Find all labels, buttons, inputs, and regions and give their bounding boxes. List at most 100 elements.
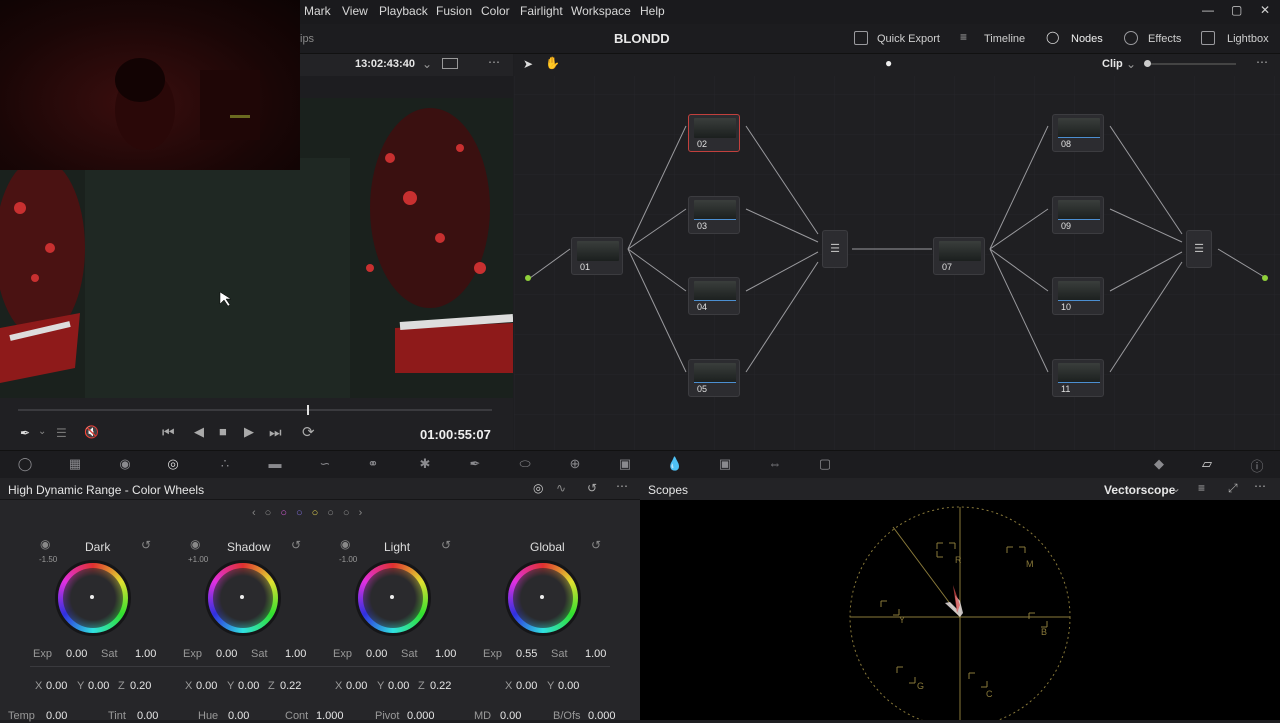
layer-mixer-node[interactable]: ☰ <box>822 230 848 268</box>
wheel-toggle-icon[interactable]: ◉ <box>190 537 200 551</box>
layers-icon[interactable]: ☰ <box>56 426 67 440</box>
more-options-icon[interactable]: ⋯ <box>1256 55 1268 69</box>
nodes-button[interactable]: Nodes <box>1071 33 1103 45</box>
menu-fairlight[interactable]: Fairlight <box>520 4 563 18</box>
shadow-x-value[interactable]: 0.00 <box>196 680 217 692</box>
hdr-wheels-icon[interactable]: ◎ <box>164 456 182 472</box>
node-editor[interactable]: 01 02 03 04 05 ☰ 07 08 09 10 11 ☰ <box>514 54 1280 450</box>
global-x-value[interactable]: 0.00 <box>516 680 537 692</box>
zone-icon[interactable]: ◎ <box>533 481 543 495</box>
viewer-mode-icon[interactable] <box>442 58 458 69</box>
global-exp-value[interactable]: 0.55 <box>516 648 537 660</box>
playhead[interactable] <box>307 405 309 415</box>
output-node-pin[interactable] <box>1262 275 1268 281</box>
menu-color[interactable]: Color <box>481 4 510 18</box>
3d-icon[interactable]: ▢ <box>816 456 834 472</box>
chevron-down-icon[interactable]: ⌄ <box>38 426 46 437</box>
global-sat-value[interactable]: 1.00 <box>585 648 606 660</box>
node-09[interactable]: 09 <box>1052 196 1104 234</box>
source-timecode[interactable]: 13:02:43:40 <box>355 58 415 70</box>
primaries-icon[interactable]: ◉ <box>116 456 134 472</box>
shadow-z-value[interactable]: 0.22 <box>280 680 301 692</box>
temp-value[interactable]: 0.00 <box>46 710 67 722</box>
node-01[interactable]: 01 <box>571 237 623 275</box>
pivot-value[interactable]: 0.000 <box>407 710 435 722</box>
menu-view[interactable]: View <box>342 4 368 18</box>
layer-mixer-node[interactable]: ☰ <box>1186 230 1212 268</box>
loop-icon[interactable]: ⟳ <box>302 423 315 441</box>
zoom-slider[interactable] <box>1146 63 1236 65</box>
wheel-puck[interactable] <box>90 595 94 599</box>
node-10[interactable]: 10 <box>1052 277 1104 315</box>
more-options-icon[interactable]: ⋯ <box>616 479 628 493</box>
motion-effects-icon[interactable]: ▬ <box>266 456 284 472</box>
clip-mode-select[interactable]: Clip <box>1102 58 1123 70</box>
wheel-puck[interactable] <box>540 595 544 599</box>
menu-playback[interactable]: Playback <box>379 4 428 18</box>
hand-icon[interactable]: ✋ <box>545 56 560 70</box>
more-options-icon[interactable]: ⋯ <box>1254 479 1266 493</box>
curves-icon[interactable]: ∽ <box>316 456 334 472</box>
reset-icon[interactable]: ↺ <box>441 538 451 552</box>
keyframes-icon[interactable]: ◆ <box>1150 456 1168 472</box>
settings-icon[interactable]: ≡ <box>1198 481 1205 495</box>
node-08[interactable]: 08 <box>1052 114 1104 152</box>
expand-icon[interactable]: ⤢ <box>1228 481 1238 496</box>
play-icon[interactable]: ▶ <box>244 424 254 440</box>
pointer-icon[interactable]: ➤ <box>523 57 533 71</box>
reset-icon[interactable]: ↺ <box>587 481 597 495</box>
shadow-y-value[interactable]: 0.00 <box>238 680 259 692</box>
wheel-puck[interactable] <box>240 595 244 599</box>
node-02[interactable]: 02 <box>688 114 740 152</box>
wheel-page-nav[interactable]: ‹○○○○○○› <box>252 507 371 519</box>
sizing-icon[interactable]: ⇔ <box>766 456 784 472</box>
light-y-value[interactable]: 0.00 <box>388 680 409 692</box>
play-reverse-icon[interactable]: ◀ <box>194 424 204 440</box>
bofs-value[interactable]: 0.000 <box>588 710 616 722</box>
quick-export-icon[interactable] <box>854 31 868 45</box>
scopes-icon[interactable]: ▱ <box>1198 456 1216 472</box>
dark-z-value[interactable]: 0.20 <box>130 680 151 692</box>
md-value[interactable]: 0.00 <box>500 710 521 722</box>
scrubber-track[interactable] <box>18 409 492 411</box>
hue-value[interactable]: 0.00 <box>228 710 249 722</box>
window-icon[interactable]: ⬭ <box>516 456 534 472</box>
effects-button[interactable]: Effects <box>1148 33 1181 45</box>
dark-x-value[interactable]: 0.00 <box>46 680 67 692</box>
chevron-down-icon[interactable]: ⌄ <box>1171 481 1181 495</box>
color-warper-icon[interactable]: ⚭ <box>364 456 382 472</box>
lightbox-button[interactable]: Lightbox <box>1227 33 1269 45</box>
light-color-wheel[interactable] <box>355 560 431 636</box>
global-y-value[interactable]: 0.00 <box>558 680 579 692</box>
timeline-icon[interactable]: ≡ <box>960 30 974 44</box>
chevron-down-icon[interactable]: ⌄ <box>422 57 432 71</box>
timeline-button[interactable]: Timeline <box>984 33 1025 45</box>
page-dot-icon[interactable]: ● <box>885 56 892 70</box>
nodes-icon[interactable]: ◯ <box>1046 30 1060 44</box>
blur-icon[interactable]: 💧 <box>666 456 684 472</box>
menu-help[interactable]: Help <box>640 4 665 18</box>
tint-value[interactable]: 0.00 <box>137 710 158 722</box>
qualifier-icon[interactable]: ✱ <box>416 456 434 472</box>
info-icon[interactable]: ⓘ <box>1248 456 1266 474</box>
light-z-value[interactable]: 0.22 <box>430 680 451 692</box>
dark-y-value[interactable]: 0.00 <box>88 680 109 692</box>
shadow-exp-value[interactable]: 0.00 <box>216 648 237 660</box>
input-node-pin[interactable] <box>525 275 531 281</box>
minimize-icon[interactable]: — <box>1202 3 1214 17</box>
wheel-toggle-icon[interactable]: ◉ <box>40 537 50 551</box>
clips-button[interactable]: ips <box>300 33 314 45</box>
reset-icon[interactable]: ↺ <box>141 538 151 552</box>
close-icon[interactable]: ✕ <box>1260 3 1270 17</box>
magic-mask-icon[interactable]: ▣ <box>616 456 634 472</box>
shadow-sat-value[interactable]: 1.00 <box>285 648 306 660</box>
key-icon[interactable]: ▣ <box>716 456 734 472</box>
tracker-icon[interactable]: ⊕ <box>566 456 584 472</box>
wheel-toggle-icon[interactable]: ◉ <box>340 537 350 551</box>
reset-icon[interactable]: ↺ <box>591 538 601 552</box>
wheel-puck[interactable] <box>390 595 394 599</box>
node-03[interactable]: 03 <box>688 196 740 234</box>
more-options-icon[interactable]: ⋯ <box>488 55 500 69</box>
mute-icon[interactable]: 🔇 <box>84 425 99 439</box>
camera-raw-icon[interactable]: ◯ <box>16 456 34 472</box>
